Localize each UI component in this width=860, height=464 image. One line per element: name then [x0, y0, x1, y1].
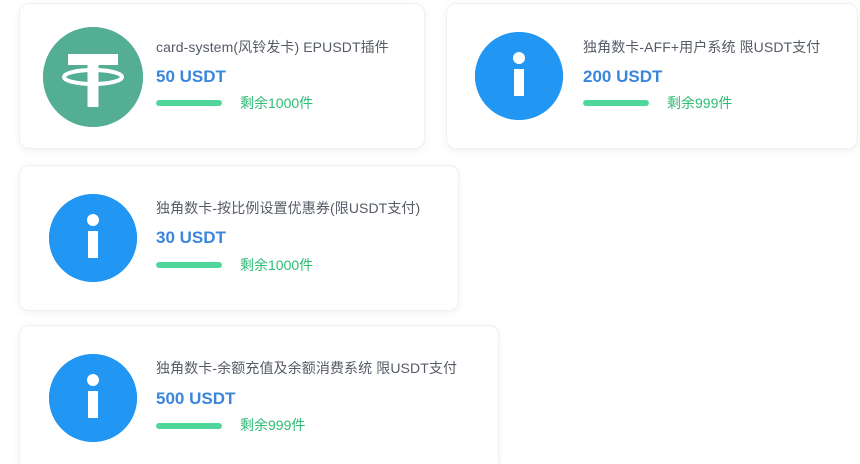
tether-usdt-icon: [43, 27, 143, 127]
info-icon: [49, 354, 137, 442]
product-price: 500 USDT: [156, 389, 236, 408]
product-price: 200 USDT: [583, 67, 663, 86]
product-title: 独角数卡-余额充值及余额消费系统 限USDT支付: [156, 360, 458, 376]
stock-remaining: 剩余1000件: [240, 257, 314, 273]
stock-progress-bar: [156, 100, 222, 106]
stock-progress-fill: [156, 423, 222, 429]
product-card[interactable]: 独角数卡-按比例设置优惠券(限USDT支付) 30 USDT 剩余1000件: [19, 165, 459, 311]
info-icon: [49, 194, 137, 282]
product-title: 独角数卡-按比例设置优惠券(限USDT支付): [156, 200, 421, 216]
product-card[interactable]: card-system(风铃发卡) EPUSDT插件 50 USDT 剩余100…: [19, 3, 425, 149]
product-title: card-system(风铃发卡) EPUSDT插件: [156, 39, 389, 55]
stock-remaining: 剩余1000件: [240, 95, 314, 111]
stock-progress-fill: [583, 100, 649, 106]
stock-progress-bar: [156, 423, 222, 429]
stock-progress-fill: [156, 100, 222, 106]
product-card[interactable]: 独角数卡-AFF+用户系统 限USDT支付 200 USDT 剩余999件: [446, 3, 858, 149]
product-price: 30 USDT: [156, 228, 226, 247]
stock-progress-bar: [156, 262, 222, 268]
info-icon: [475, 32, 563, 120]
product-price: 50 USDT: [156, 67, 226, 86]
product-grid: card-system(风铃发卡) EPUSDT插件 50 USDT 剩余100…: [0, 0, 860, 464]
stock-progress-bar: [583, 100, 649, 106]
stock-remaining: 剩余999件: [240, 417, 306, 433]
product-card[interactable]: 独角数卡-余额充值及余额消费系统 限USDT支付 500 USDT 剩余999件: [19, 325, 499, 464]
stock-remaining: 剩余999件: [667, 95, 733, 111]
stock-progress-fill: [156, 262, 222, 268]
product-title: 独角数卡-AFF+用户系统 限USDT支付: [583, 39, 821, 55]
